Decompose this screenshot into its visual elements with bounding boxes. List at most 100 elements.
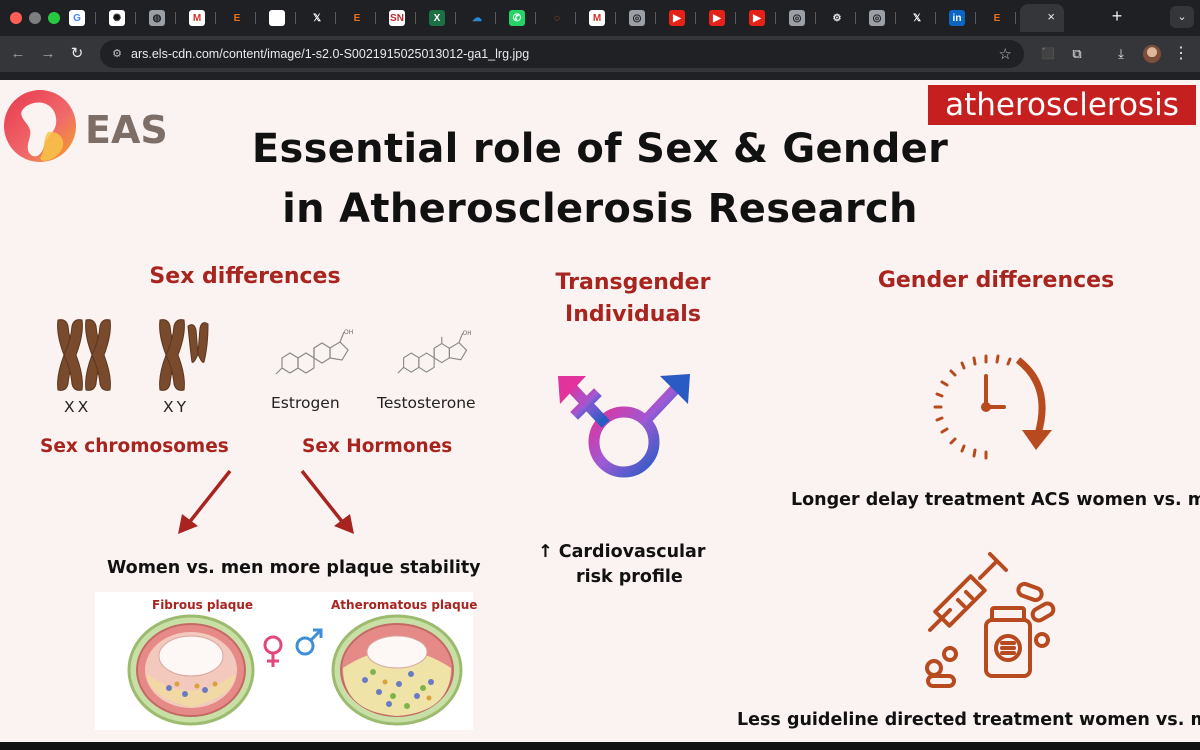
download-icon[interactable]: ⤓ (1112, 45, 1130, 63)
forward-button[interactable]: → (38, 44, 58, 64)
page-top-border (0, 72, 1200, 80)
browser-toolbar: ← → ↻ ⚙ ars.els-cdn.com/content/image/1-… (0, 36, 1200, 72)
tab-separator (935, 12, 936, 24)
xy-label: XY (163, 398, 190, 416)
eas-logo-icon (4, 90, 76, 162)
journal-name: atherosclerosis (945, 87, 1179, 123)
testosterone-molecule-icon: OH (397, 331, 472, 374)
zoom-window-button[interactable] (48, 12, 60, 24)
transgender-heading-line-1: Transgender (555, 270, 711, 295)
close-tab-icon[interactable]: × (1047, 9, 1055, 24)
onedrive-icon: ☁ (469, 10, 485, 26)
tab-separator (855, 12, 856, 24)
browser-tab[interactable]: ☁ (460, 4, 500, 32)
atheromatous-plaque-label: Atheromatous plaque (331, 598, 478, 612)
back-button[interactable]: ← (8, 44, 28, 64)
tab-separator (375, 12, 376, 24)
tab-separator (895, 12, 896, 24)
openai-icon: ✺ (109, 10, 125, 26)
tab-separator (735, 12, 736, 24)
transgender-symbol-icon (558, 374, 690, 522)
gmail-icon: M (589, 10, 605, 26)
browser-tab[interactable]: G (60, 4, 100, 32)
browser-tab[interactable]: M (580, 4, 620, 32)
svg-text:OH: OH (344, 329, 353, 336)
guideline-treatment-text: Less guideline directed treatment women … (737, 710, 1200, 730)
reload-button[interactable]: ↻ (67, 44, 87, 64)
globe-icon: ◍ (149, 10, 165, 26)
tab-separator (495, 12, 496, 24)
active-tab[interactable]: × (1020, 4, 1064, 32)
extensions-icon[interactable]: ⧉ (1068, 45, 1086, 63)
elsevier-icon: E (229, 10, 245, 26)
sex-differences-heading: Sex differences (149, 264, 341, 289)
browser-tab[interactable]: E (980, 4, 1020, 32)
browser-tab[interactable]: E (340, 4, 380, 32)
tab-separator (295, 12, 296, 24)
browser-tab[interactable]: E (220, 4, 260, 32)
female-symbol-icon (263, 635, 283, 667)
arrow-down-right-icon (300, 469, 354, 534)
browser-tab[interactable]: 𝕏 (900, 4, 940, 32)
close-window-button[interactable] (10, 12, 22, 24)
fibrous-plaque-label: Fibrous plaque (152, 598, 253, 612)
address-bar[interactable]: ⚙ ars.els-cdn.com/content/image/1-s2.0-S… (100, 40, 1024, 68)
sn-icon: SN (389, 10, 405, 26)
gender-differences-heading: Gender differences (877, 268, 1115, 293)
tab-separator (455, 12, 456, 24)
browser-tab[interactable]: ✺ (100, 4, 140, 32)
browser-tab[interactable]: in (940, 4, 980, 32)
google-icon: G (69, 10, 85, 26)
browser-tab[interactable]: ▶ (700, 4, 740, 32)
site-info-icon[interactable]: ⚙ (110, 47, 124, 61)
menu-icon[interactable]: ⋮ (1172, 45, 1190, 63)
journal-badge: atherosclerosis (928, 85, 1196, 125)
tab-separator (255, 12, 256, 24)
male-symbol-icon (295, 628, 323, 656)
tab-separator (135, 12, 136, 24)
whatsapp-icon: ✆ (509, 10, 525, 26)
sex-hormones-label: Sex Hormones (302, 436, 453, 457)
tab-search-button[interactable]: ⌄ (1170, 6, 1194, 28)
elsevier-icon: E (349, 10, 365, 26)
browser-tab[interactable]: ◌ (540, 4, 580, 32)
tab-separator (655, 12, 656, 24)
browser-tab[interactable]: ◎ (860, 4, 900, 32)
tab-separator (775, 12, 776, 24)
browser-tab[interactable]: ▶ (660, 4, 700, 32)
tab-separator (215, 12, 216, 24)
youtube-icon: ▶ (709, 10, 725, 26)
x-icon: 𝕏 (309, 10, 325, 26)
minimize-window-button[interactable] (29, 12, 41, 24)
browser-tab[interactable] (260, 4, 300, 32)
browser-tab[interactable]: ✆ (500, 4, 540, 32)
chrome-icon: ◎ (629, 10, 645, 26)
title-line-1: Essential role of Sex & Gender (251, 126, 949, 172)
testosterone-label: Testosterone (377, 394, 476, 412)
browser-tab[interactable]: 𝕏 (300, 4, 340, 32)
browser-tab[interactable]: ◍ (140, 4, 180, 32)
url-text[interactable]: ars.els-cdn.com/content/image/1-s2.0-S00… (131, 47, 529, 61)
tab-separator (815, 12, 816, 24)
browser-tab[interactable]: ◎ (620, 4, 660, 32)
browser-tab[interactable]: ▶ (740, 4, 780, 32)
gmail-icon: M (189, 10, 205, 26)
browser-tab[interactable]: ⚙ (820, 4, 860, 32)
bookmark-star-icon[interactable]: ☆ (999, 45, 1012, 63)
new-tab-button[interactable]: + (1107, 6, 1127, 27)
lock-extension-icon[interactable]: ⬛ (1039, 45, 1057, 63)
youtube-icon: ▶ (749, 10, 765, 26)
profile-avatar[interactable] (1143, 45, 1161, 63)
syringe-medication-icon (925, 552, 1056, 688)
youtube-icon: ▶ (669, 10, 685, 26)
browser-tab[interactable]: SN (380, 4, 420, 32)
estrogen-label: Estrogen (271, 394, 340, 412)
x-icon: 𝕏 (909, 10, 925, 26)
browser-tab[interactable]: X (420, 4, 460, 32)
browser-tab[interactable]: M (180, 4, 220, 32)
sex-chromosomes-label: Sex chromosomes (40, 436, 229, 457)
cardiovascular-risk-line-1: ↑ Cardiovascular (538, 542, 706, 562)
xx-label: XX (64, 398, 92, 416)
elsevier-icon: E (989, 10, 1005, 26)
browser-tab[interactable]: ◎ (780, 4, 820, 32)
